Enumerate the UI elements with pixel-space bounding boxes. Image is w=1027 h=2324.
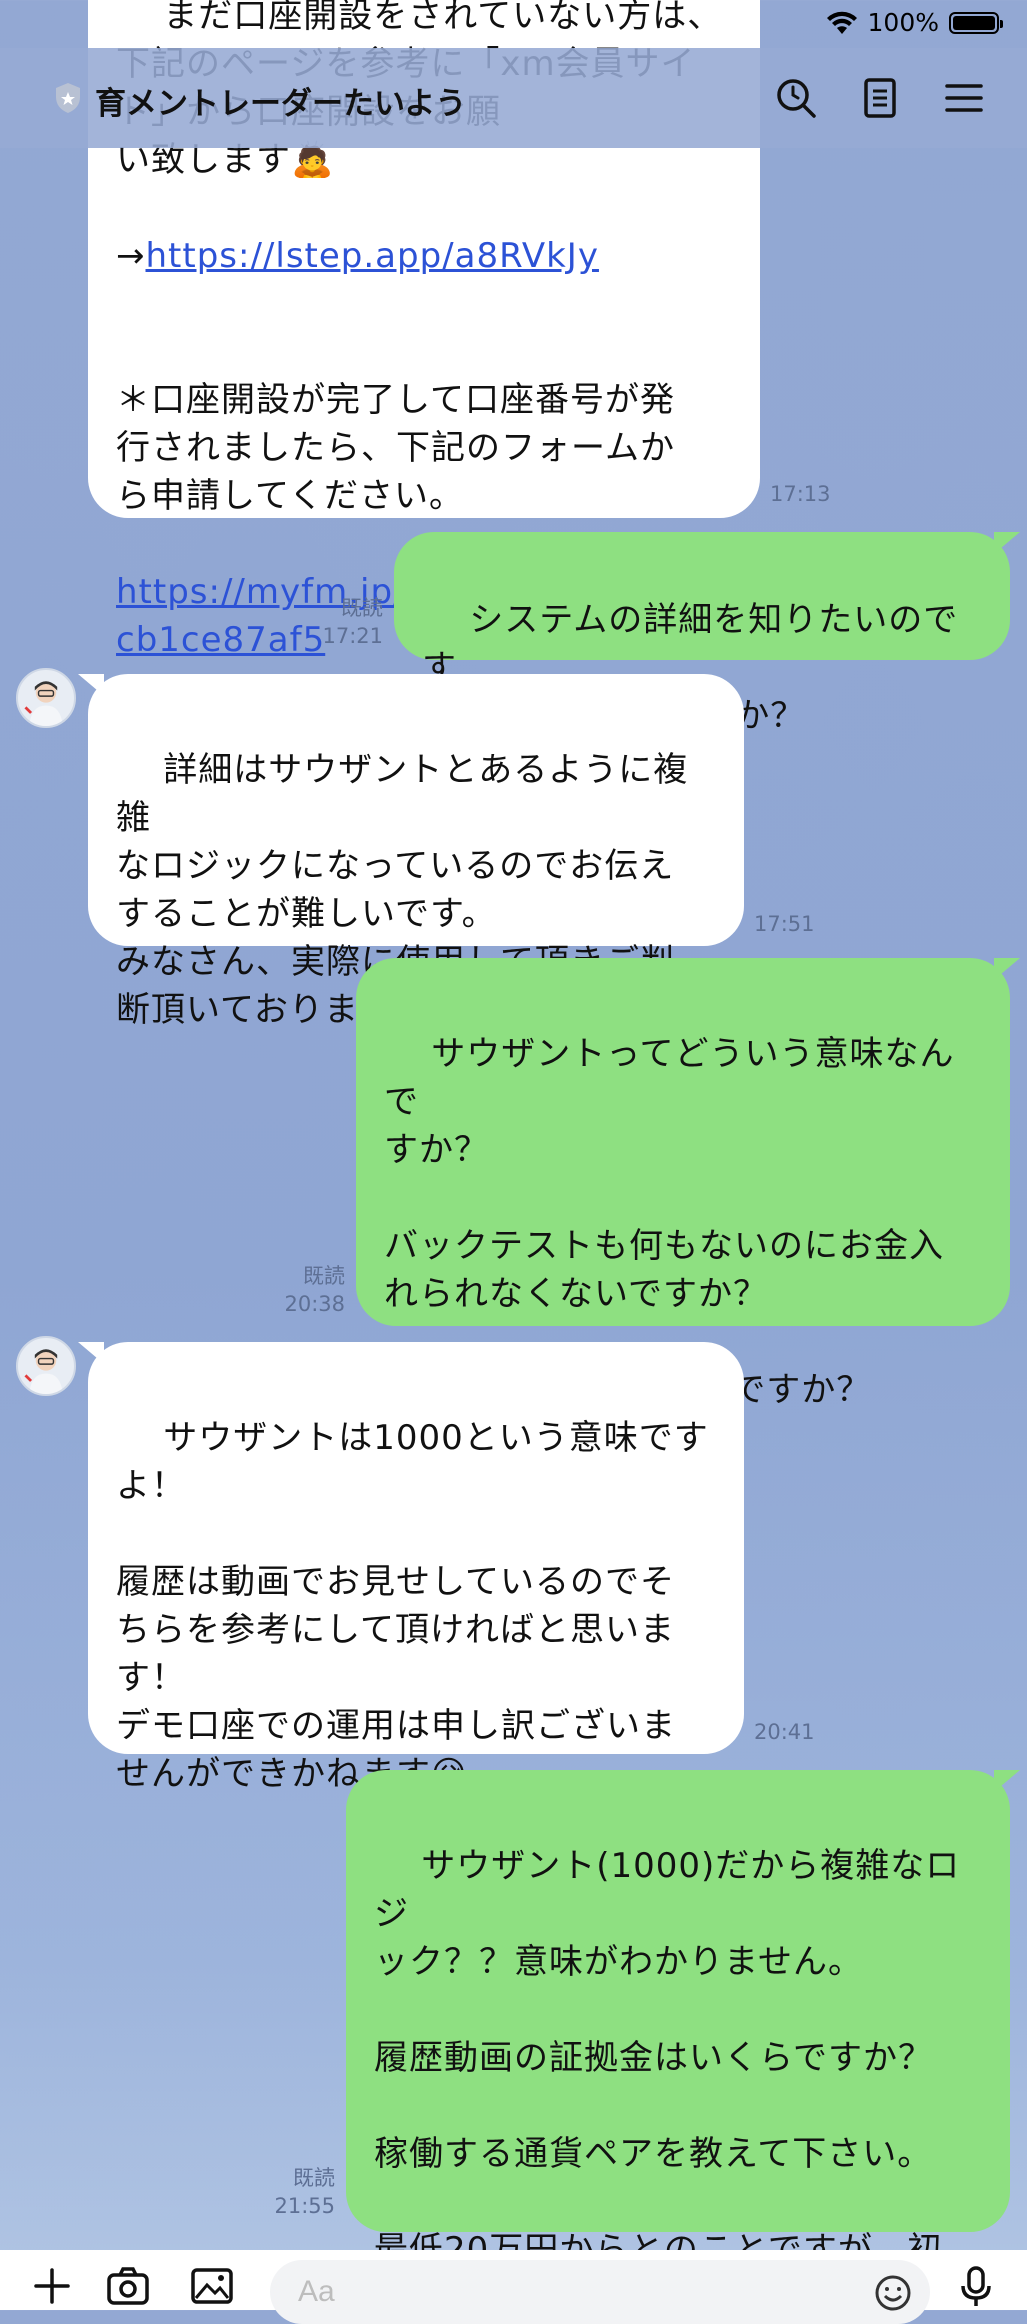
- image-icon[interactable]: [190, 2264, 234, 2308]
- read-receipt: 既読 21:55: [274, 2166, 335, 2218]
- read-receipt: 既読 20:38: [284, 1264, 345, 1316]
- microphone-icon[interactable]: [954, 2264, 998, 2308]
- message-incoming: 詳細はサウザントとあるように複雑 なロジックになっているのでお伝え することが難…: [88, 674, 744, 1030]
- message-text: ＊口座開設が完了して口座番号が発 行されましたら、下記のフォームか ら申請してく…: [116, 380, 675, 516]
- avatar[interactable]: [16, 668, 76, 728]
- battery-icon: [949, 11, 1003, 34]
- message-time: 17:51: [754, 912, 815, 936]
- shield-icon: [56, 83, 80, 113]
- message-outgoing: サウザント(1000)だから複雑なロジ ック？？意味がわかりません。 履歴動画の…: [346, 1770, 1010, 2250]
- message-text: サウザント(1000)だから複雑なロジ ック？？意味がわかりません。 履歴動画の…: [374, 1846, 961, 2250]
- chat-header: 育メントレーダーたいよう: [0, 48, 1027, 148]
- plus-icon[interactable]: [30, 2264, 74, 2308]
- avatar[interactable]: [16, 1336, 76, 1396]
- battery-percent: 100%: [867, 8, 939, 37]
- message-text: サウザントは1000という意味です よ！ 履歴は動画でお見せしているのでそ ちら…: [116, 1418, 709, 1794]
- input-bar: [0, 2250, 1027, 2324]
- message-outgoing: システムの詳細を知りたいのです が、何かありませんか？: [394, 532, 1010, 736]
- search-icon[interactable]: [774, 76, 818, 120]
- message-link[interactable]: https://lstep.app/a8RVkJy: [146, 236, 599, 276]
- menu-icon[interactable]: [942, 76, 986, 120]
- message-outgoing: サウザントってどういう意味なんで すか？ バックテストも何もないのにお金入 れら…: [356, 958, 1010, 1410]
- status-bar: 100%: [0, 0, 1027, 48]
- chat-title: 育メントレーダーたいよう: [95, 86, 467, 122]
- message-list[interactable]: まだ口座開設をされていない方は、 下記のページを参考に「xm会員サイ ト」から口…: [0, 0, 1027, 2250]
- message-time: 17:13: [770, 482, 831, 506]
- avatar-image: [24, 1349, 63, 1394]
- wifi-icon: [826, 11, 857, 34]
- status-right: 100%: [826, 8, 1003, 37]
- notes-icon[interactable]: [858, 76, 902, 120]
- message-time: 20:41: [754, 1720, 815, 1744]
- read-receipt: 既読 17:21: [322, 596, 383, 648]
- emoji-icon[interactable]: [874, 2274, 912, 2312]
- message-input[interactable]: [270, 2260, 930, 2324]
- camera-icon[interactable]: [106, 2264, 150, 2308]
- message-incoming: サウザントは1000という意味です よ！ 履歴は動画でお見せしているのでそ ちら…: [88, 1342, 744, 1794]
- link-arrow: →: [116, 236, 146, 276]
- avatar-image: [24, 681, 63, 726]
